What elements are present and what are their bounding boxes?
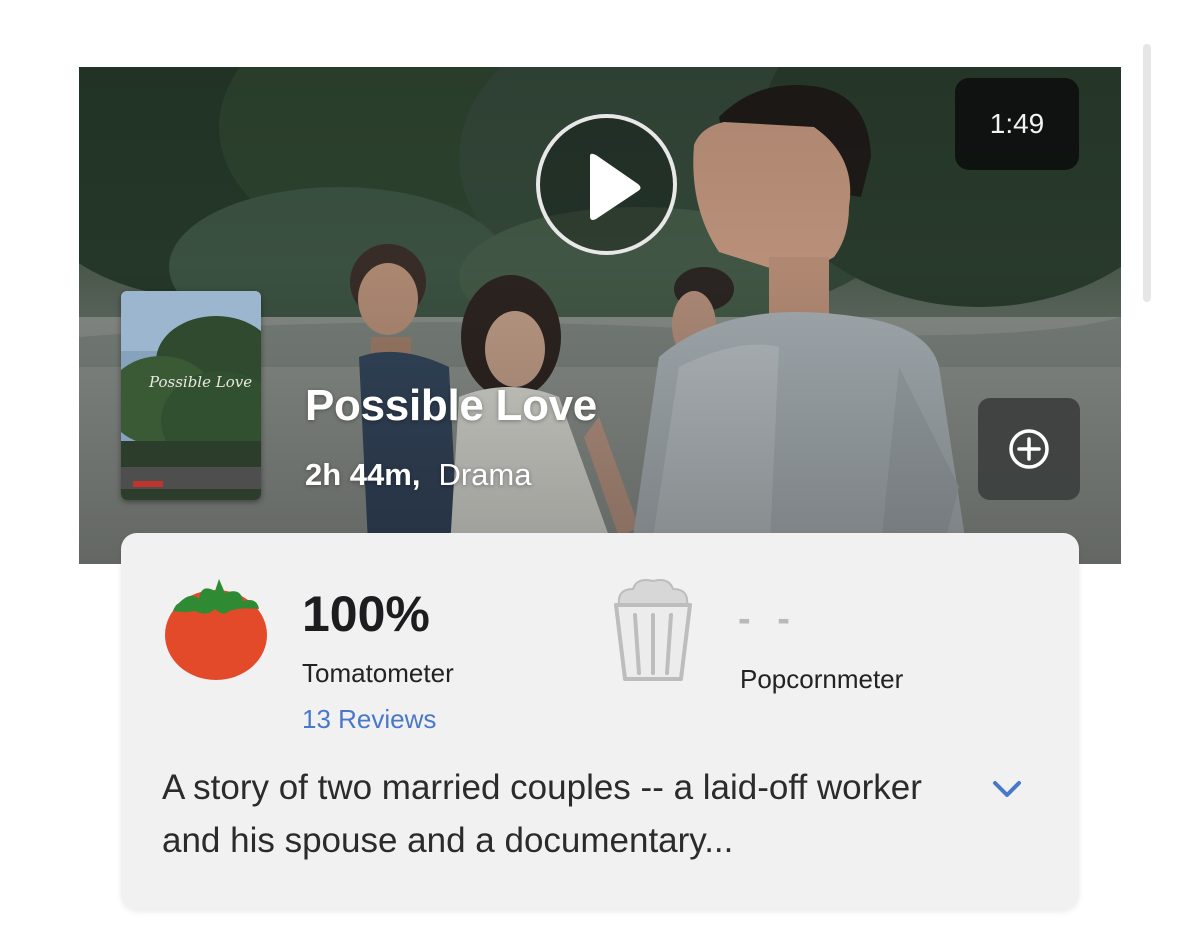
play-icon bbox=[590, 153, 641, 220]
movie-poster[interactable]: Possible Love bbox=[121, 291, 261, 500]
popcornmeter-score: - - bbox=[738, 598, 798, 640]
poster-image: Possible Love bbox=[121, 291, 261, 500]
empty-popcorn-bucket-icon bbox=[614, 579, 692, 681]
add-to-watchlist-button[interactable] bbox=[978, 398, 1080, 500]
runtime: 2h 44m, bbox=[305, 457, 421, 492]
expand-synopsis-button[interactable] bbox=[985, 771, 1029, 807]
movie-meta: 2h 44m, Drama bbox=[305, 457, 531, 493]
movie-title: Possible Love bbox=[305, 381, 597, 430]
movie-page: 1:49 Possible Love Possible Love 2h 44m,… bbox=[0, 0, 1200, 928]
reviews-link[interactable]: 13 Reviews bbox=[302, 704, 436, 735]
tomato-icon bbox=[165, 579, 267, 680]
genre: Drama bbox=[438, 457, 532, 492]
score-card: 100% Tomatometer 13 Reviews - - Popcornm… bbox=[121, 533, 1079, 910]
chevron-down-icon bbox=[993, 781, 1021, 797]
poster-title: Possible Love bbox=[148, 373, 252, 391]
trailer-duration-badge: 1:49 bbox=[955, 78, 1079, 170]
popcornmeter-label: Popcornmeter bbox=[740, 664, 904, 694]
synopsis-text: A story of two married couples -- a laid… bbox=[162, 768, 922, 860]
trailer-duration: 1:49 bbox=[989, 108, 1045, 139]
scrollbar[interactable] bbox=[1143, 44, 1151, 302]
trailer-hero[interactable]: 1:49 Possible Love Possible Love 2h 44m,… bbox=[79, 67, 1121, 564]
tomatometer-label: Tomatometer bbox=[302, 658, 454, 688]
tomatometer-score: 100% bbox=[302, 586, 430, 642]
plus-circle-icon bbox=[1009, 429, 1049, 469]
play-trailer-button[interactable] bbox=[536, 114, 677, 255]
